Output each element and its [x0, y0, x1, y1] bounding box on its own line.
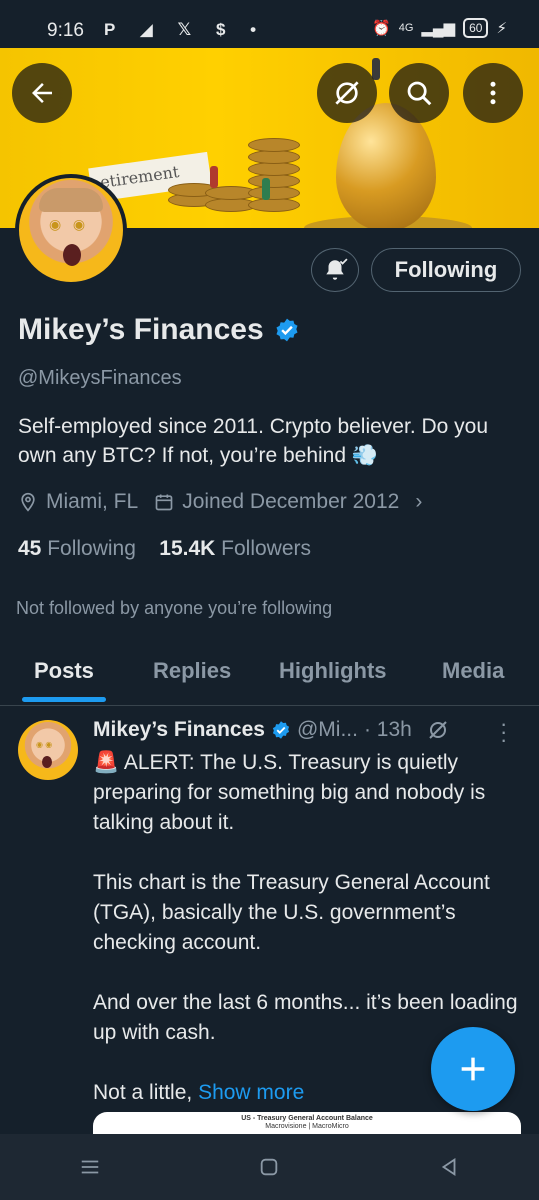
not-followed-notice: Not followed by anyone you’re following: [16, 598, 333, 618]
grok-icon: [335, 81, 359, 105]
profile-avatar[interactable]: ◉ ◉: [15, 174, 127, 286]
followers-link[interactable]: 15.4K Followers: [159, 537, 311, 560]
home-icon[interactable]: [258, 1156, 280, 1178]
grok-icon[interactable]: [426, 718, 450, 742]
post-text-line: This chart is the Treasury General Accou…: [93, 871, 490, 954]
profile-name-row: Mikey’s Finances: [18, 313, 300, 347]
profile-handle: @MikeysFinances: [18, 367, 182, 389]
chevron-right-icon[interactable]: ›: [415, 490, 422, 514]
profile-meta: Miami, FL Joined December 2012 ›: [18, 490, 422, 514]
signal-icon: ▂▄▆: [421, 20, 456, 37]
calendar-icon: [155, 494, 173, 511]
post-media-chart[interactable]: US - Treasury General Account Balance Ma…: [93, 1112, 521, 1134]
more-options-button[interactable]: [463, 63, 523, 123]
notification-icons: P ◢ 𝕏 $ •: [104, 20, 267, 39]
tab-highlights[interactable]: Highlights: [279, 658, 387, 684]
network-label: 4G: [398, 22, 414, 34]
recent-apps-icon[interactable]: [79, 1156, 101, 1178]
profile-stats: 45 Following 15.4K Followers: [18, 537, 311, 561]
media-chart-title: US - Treasury General Account Balance: [241, 1115, 373, 1122]
active-tab-indicator: [22, 697, 106, 702]
miniature-figure: [210, 166, 218, 188]
miniature-figure: [372, 58, 380, 80]
profile-name: Mikey’s Finances: [18, 313, 264, 346]
show-more-link[interactable]: Show more: [198, 1081, 304, 1104]
profile-bio: Self-employed since 2011. Crypto believe…: [18, 415, 489, 467]
verified-badge-icon: [276, 318, 298, 342]
media-chart-subtitle: Macrovisione | MacroMicro: [265, 1123, 349, 1130]
coin-stack: [248, 174, 300, 188]
avatar-hair: [39, 188, 103, 212]
following-count: 45: [18, 537, 42, 560]
avatar-mouth: [63, 244, 81, 266]
grok-button[interactable]: [317, 63, 377, 123]
post-avatar[interactable]: ◉ ◉: [18, 720, 78, 780]
bell-check-icon: [326, 258, 348, 280]
more-vertical-icon: [490, 81, 496, 105]
status-bar: 9:16 P ◢ 𝕏 $ • ⏰ 4G ▂▄▆ 60 ⚡: [0, 0, 539, 48]
system-nav-bar: [0, 1134, 539, 1200]
location-pin-icon: [21, 492, 35, 512]
following-label: Following: [47, 537, 136, 560]
alarm-icon: ⏰: [372, 20, 391, 37]
verified-badge-icon: [272, 721, 290, 739]
followers-count: 15.4K: [159, 537, 216, 560]
tab-posts[interactable]: Posts: [34, 658, 94, 684]
status-right: ⏰ 4G ▂▄▆ 60 ⚡: [372, 18, 507, 38]
post-header: Mikey’s Finances @Mi... · 13h: [93, 718, 450, 742]
back-nav-icon[interactable]: [438, 1156, 460, 1178]
avatar-eyes: ◉ ◉: [49, 216, 86, 232]
coin-stack: [248, 162, 300, 176]
notifications-bell-button[interactable]: [311, 248, 359, 292]
coin-stack: [248, 198, 300, 212]
profile-joined: Joined December 2012: [182, 490, 400, 513]
post-timestamp: · 13h: [363, 718, 412, 741]
post-text-line: Not a little,: [93, 1081, 193, 1104]
arrow-left-icon: [32, 83, 52, 103]
back-button[interactable]: [12, 63, 72, 123]
tab-replies[interactable]: Replies: [153, 658, 231, 684]
coin-stack: [248, 150, 300, 164]
status-time: 9:16: [47, 20, 84, 41]
coin-stack: [248, 138, 300, 152]
profile-location: Miami, FL: [46, 490, 139, 513]
post-avatar-eyes: ◉ ◉: [36, 740, 53, 749]
tab-media[interactable]: Media: [442, 658, 504, 684]
battery-indicator: 60: [463, 18, 489, 38]
plus-icon: [461, 1057, 485, 1081]
post-more-options-icon[interactable]: · · ·: [500, 713, 507, 751]
compose-post-button[interactable]: [431, 1027, 515, 1111]
search-icon: [407, 81, 432, 106]
miniature-figure: [262, 178, 270, 200]
post-author-name[interactable]: Mikey’s Finances: [93, 718, 265, 742]
post-text-line: 🚨 ALERT: The U.S. Treasury is quietly pr…: [93, 751, 486, 834]
search-button[interactable]: [389, 63, 449, 123]
coin-stack: [248, 186, 300, 200]
charging-icon: ⚡: [496, 20, 507, 37]
post-avatar-mouth: [42, 756, 52, 768]
following-link[interactable]: 45 Following: [18, 537, 136, 560]
followers-label: Followers: [221, 537, 312, 560]
following-button[interactable]: Following: [371, 248, 521, 292]
post-author-handle[interactable]: @Mi...: [297, 718, 358, 742]
